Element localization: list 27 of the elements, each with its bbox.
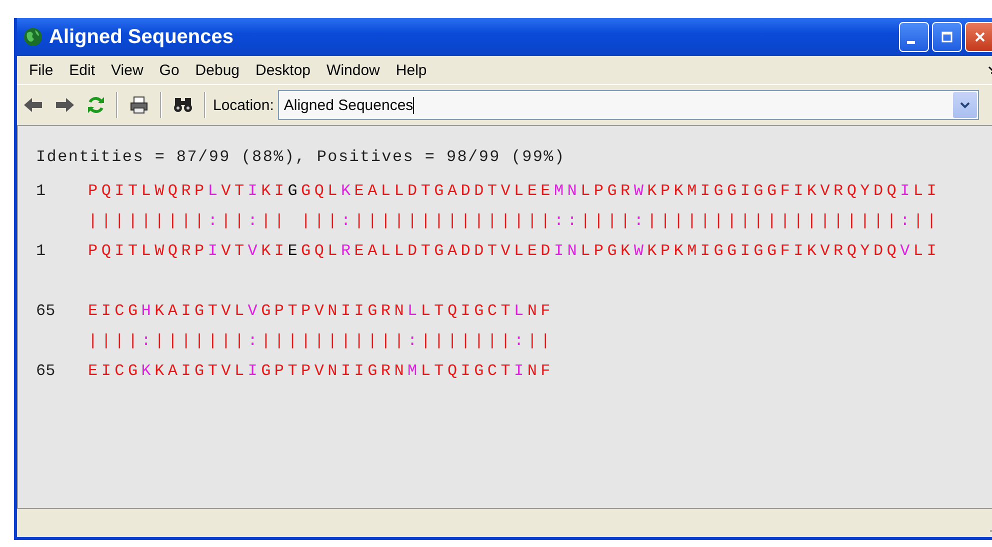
menu-item[interactable]: Go [151, 60, 188, 80]
menu-item[interactable]: Desktop [248, 60, 319, 80]
location-field[interactable]: Aligned Sequences [278, 90, 979, 120]
close-button[interactable] [965, 22, 992, 52]
location-label: Location: [213, 96, 274, 114]
menu-item[interactable]: File [21, 60, 62, 80]
menu-item[interactable]: View [103, 60, 152, 80]
maximize-icon [941, 31, 953, 43]
minimize-icon [907, 40, 915, 44]
match-line: ||||:|||||||:|||||||||||:|||||||:|| [88, 332, 554, 350]
menu-item[interactable]: Help [388, 60, 435, 80]
menu-item[interactable]: Window [318, 60, 388, 80]
close-icon [974, 31, 986, 43]
menu-item[interactable]: Debug [187, 60, 248, 80]
position-number: 1 [36, 242, 47, 260]
chevron-down-icon [960, 101, 970, 109]
position-number: 65 [36, 362, 56, 380]
menu-item[interactable]: Edit [61, 60, 104, 80]
position-number: 65 [36, 302, 56, 320]
match-line: |||||||||:||:|| |||:|||||||||||||||::||||:|||||||||||||||||||:|| [88, 212, 940, 230]
maximize-button[interactable] [932, 22, 962, 52]
position-number: 1 [36, 182, 47, 200]
alignment-summary: Identities = 87/99 (88%), Positives = 98/99 (99%) [36, 148, 566, 166]
globe-icon [23, 27, 43, 47]
dropdown-button[interactable] [953, 92, 977, 118]
minimize-button[interactable] [899, 22, 929, 52]
window-title: Aligned Sequences [49, 26, 234, 48]
